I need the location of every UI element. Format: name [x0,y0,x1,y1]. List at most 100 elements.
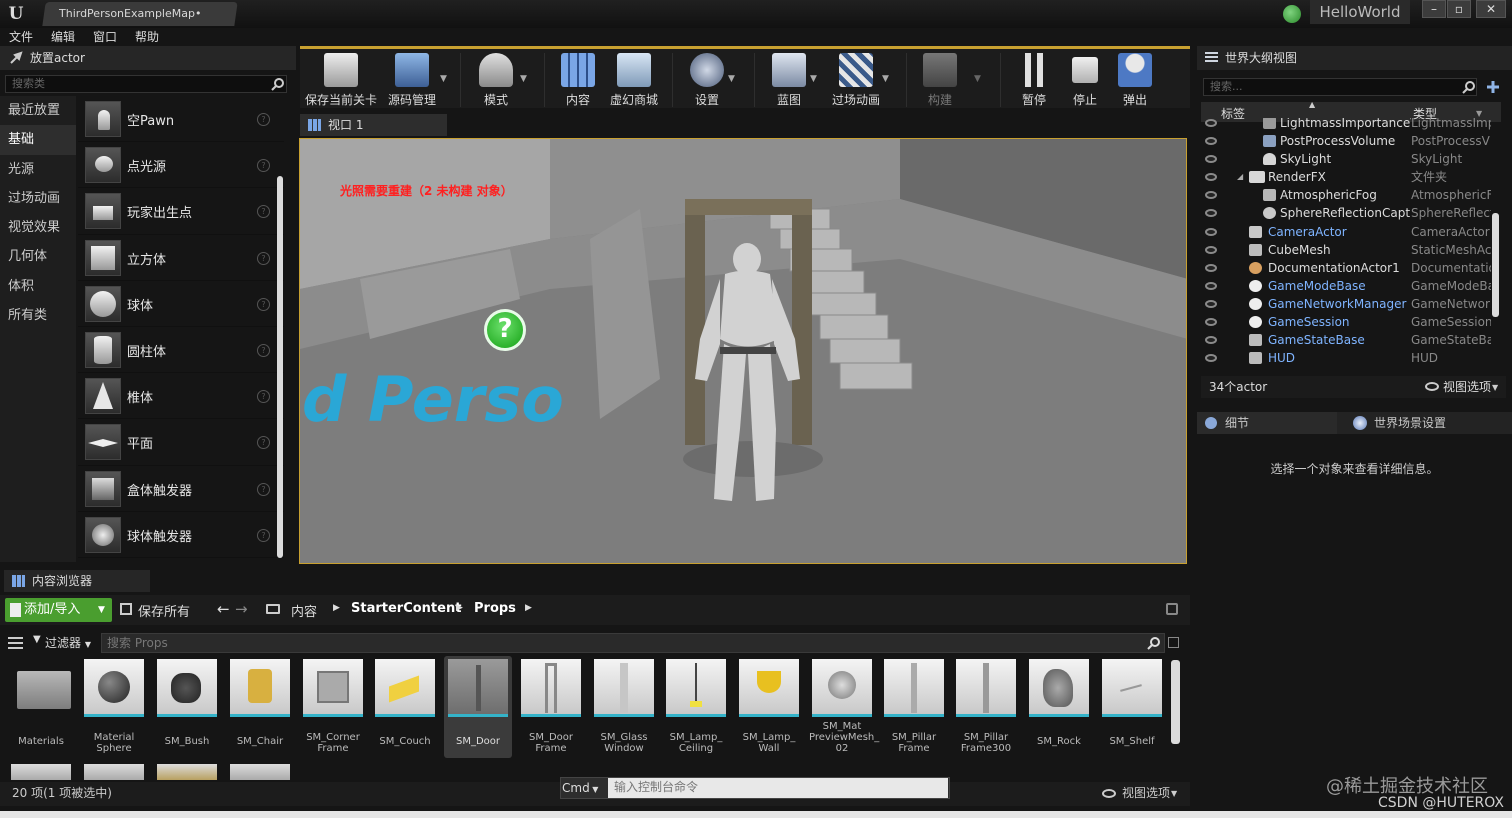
outliner-row[interactable]: ◢ RenderFX 文件夹 [1201,168,1491,186]
help-icon[interactable]: ? [257,343,270,357]
asset-tile-sm-couch[interactable]: SM_Couch [372,659,438,759]
asset-tile-materials[interactable]: Materials [8,659,74,759]
outliner-row[interactable]: CameraActor CameraActor [1201,223,1491,241]
chevron-down-icon[interactable]: ▼ [728,74,735,84]
place-list-scrollbar[interactable] [277,176,283,558]
asset-tile-sm-pillar-frame[interactable]: SM_Pillar Frame [881,659,947,759]
breadcrumb-separator-icon[interactable]: ▶ [456,603,463,613]
visibility-eye-icon[interactable] [1205,318,1217,327]
save-search-icon[interactable] [1168,637,1179,648]
menu-edit[interactable]: 编辑 [42,28,84,46]
place-item-box-trigger[interactable]: 盒体触发器? [78,466,284,512]
lock-icon[interactable] [1166,603,1178,615]
breadcrumb-separator-icon[interactable]: ▶ [333,603,340,613]
asset-tile-material-sphere[interactable]: Material Sphere [81,659,147,759]
level-document-tab[interactable]: ThirdPersonExampleMap• [42,2,238,26]
place-item-cylinder[interactable]: 圆柱体? [78,327,284,374]
visibility-eye-icon[interactable] [1205,281,1217,290]
help-question-billboard-icon[interactable]: ? [484,309,526,351]
asset-tile-partial[interactable] [11,764,71,780]
outliner-row[interactable]: GameModeBase GameModeBa [1201,277,1491,295]
menu-help[interactable]: 帮助 [126,28,168,46]
marketplace-button[interactable]: 虚幻商城 [606,51,662,109]
outliner-row[interactable]: SkyLight SkyLight [1201,150,1491,168]
visibility-eye-icon[interactable] [1205,227,1217,236]
help-icon[interactable]: ? [257,159,270,173]
place-item-empty-pawn[interactable]: 空Pawn? [78,96,284,143]
place-item-cube[interactable]: 立方体? [78,235,284,281]
menu-file[interactable]: 文件 [0,28,42,46]
content-button[interactable]: 内容 [554,51,602,109]
stop-button[interactable]: 停止 [1062,51,1108,109]
chevron-down-icon[interactable]: ▼ [1492,377,1498,399]
asset-tile-sm-rock[interactable]: SM_Rock [1026,659,1092,759]
outliner-row[interactable]: GameStateBase GameStateBas [1201,331,1491,349]
minimize-button[interactable]: – [1422,0,1446,18]
place-item-player-start[interactable]: 玩家出生点? [78,188,284,235]
outliner-scrollbar[interactable] [1492,213,1499,317]
asset-tile-sm-door-frame[interactable]: SM_Door Frame [518,659,584,759]
place-item-cone[interactable]: 椎体? [78,373,284,420]
place-item-point-light[interactable]: 点光源? [78,142,284,189]
outliner-row[interactable]: CubeMesh StaticMeshAct [1201,241,1491,259]
sources-list-icon[interactable] [8,637,23,649]
category-all-classes[interactable]: 所有类 [0,301,76,330]
chevron-down-icon[interactable]: ▼ [520,74,527,84]
breadcrumb-content[interactable]: 内容 [291,601,317,620]
content-view-options[interactable]: 视图选项 [1122,782,1170,804]
pause-button[interactable]: 暂停 [1010,51,1058,109]
build-button[interactable]: 构建 [916,51,964,109]
outliner-search-input[interactable]: 搜索... [1203,78,1477,96]
unreal-logo-icon[interactable]: U [4,2,28,26]
visibility-eye-icon[interactable] [1205,137,1217,146]
asset-tile-sm-shelf[interactable]: SM_Shelf [1099,659,1165,759]
place-item-sphere-trigger[interactable]: 球体触发器? [78,512,284,558]
category-cinematic[interactable]: 过场动画 [0,184,76,213]
asset-tile-sm-bush[interactable]: SM_Bush [154,659,220,759]
outliner-row[interactable]: HUD HUD [1201,349,1491,367]
category-lights[interactable]: 光源 [0,155,76,184]
place-actors-tab[interactable]: 放置actor [0,46,296,70]
outliner-row[interactable]: AtmosphericFog AtmosphericF [1201,186,1491,204]
asset-tile-sm-chair[interactable]: SM_Chair [227,659,293,759]
category-recent[interactable]: 最近放置 [0,96,76,125]
close-button[interactable]: ✕ [1476,0,1506,18]
category-volumes[interactable]: 体积 [0,272,76,301]
asset-grid-scrollbar[interactable] [1171,660,1180,744]
console-command-input[interactable]: 输入控制台命令 [608,778,948,798]
outliner-row[interactable]: SphereReflectionCaptureSphereReflect [1201,204,1491,222]
asset-tile-sm-lamp-wall[interactable]: SM_Lamp_ Wall [736,659,802,759]
visibility-eye-icon[interactable] [1205,263,1217,272]
breadcrumb-startercontent[interactable]: StarterContent [351,601,461,616]
asset-tile-sm-mat-preview-mesh[interactable]: SM_Mat PreviewMesh_ 02 [809,659,879,759]
place-search-input[interactable]: 搜索类 [5,75,287,93]
source-control-button[interactable]: 源码管理 [384,51,440,109]
world-settings-tab[interactable]: 世界场景设置 [1345,412,1495,434]
cinematics-button[interactable]: 过场动画 [826,51,886,109]
visibility-eye-icon[interactable] [1205,119,1217,127]
outliner-row[interactable]: DocumentationActor1 Documentation [1201,259,1491,277]
category-basic[interactable]: 基础 [0,125,76,155]
chevron-down-icon[interactable]: ▼ [882,74,889,84]
asset-tile-sm-lamp-ceiling[interactable]: SM_Lamp_ Ceiling [663,659,729,759]
content-search-input[interactable]: 搜索 Props [101,633,1165,653]
outliner-row[interactable]: GameSession GameSession [1201,313,1491,331]
category-geometry[interactable]: 几何体 [0,242,76,271]
outliner-view-options[interactable]: 视图选项 [1443,376,1491,398]
place-item-sphere[interactable]: 球体? [78,281,284,327]
category-visual-effects[interactable]: 视觉效果 [0,213,76,242]
outliner-row[interactable]: GameNetworkManager GameNetwork [1201,295,1491,313]
visibility-eye-icon[interactable] [1205,173,1217,182]
visibility-eye-icon[interactable] [1205,191,1217,200]
add-actor-icon[interactable] [1485,79,1501,95]
help-icon[interactable]: ? [257,436,270,450]
chevron-down-icon[interactable]: ▼ [1476,109,1482,118]
asset-tile-sm-pillar-frame300[interactable]: SM_Pillar Frame300 [953,659,1019,759]
source-control-status-icon[interactable] [1283,5,1301,23]
chevron-down-icon[interactable]: ▼ [1171,783,1177,805]
help-icon[interactable]: ? [257,390,270,404]
details-tab[interactable]: 细节 [1197,412,1337,434]
chevron-down-icon[interactable]: ▼ [974,74,981,84]
visibility-eye-icon[interactable] [1205,245,1217,254]
collapse-arrow-icon[interactable]: ◢ [1237,168,1243,186]
